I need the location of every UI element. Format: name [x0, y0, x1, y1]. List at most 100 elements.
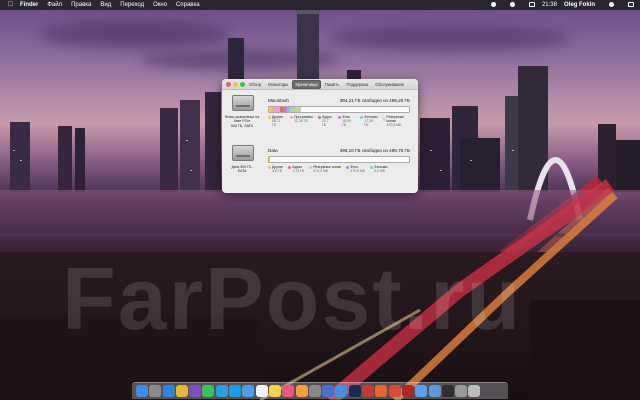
menu-window[interactable]: Окно	[153, 2, 167, 8]
color-app-icon[interactable]	[375, 385, 388, 397]
downloads-folder-icon[interactable]	[428, 385, 441, 397]
minimize-button[interactable]	[233, 81, 238, 87]
mail-icon[interactable]	[242, 385, 255, 397]
storage-legend: Другие 68,71 ГБ Программы 22,39 ГБ Аудио 22,7…	[268, 115, 418, 127]
legend-value: 22,39 ГБ	[294, 119, 308, 123]
legend-value: 22,7 ГБ	[321, 119, 329, 127]
tab-support[interactable]: Поддержка	[343, 80, 371, 89]
app-store-icon[interactable]	[335, 385, 348, 397]
legend-swatch	[317, 115, 321, 119]
notification-center-icon[interactable]	[621, 1, 634, 9]
legend-value: 1,74 ГБ	[292, 169, 305, 173]
legend-item: Резервные копии 479,8 МБ	[382, 115, 413, 127]
spotlight-icon[interactable]	[602, 1, 614, 9]
launchpad-icon[interactable]	[149, 385, 162, 397]
ftp-client-icon[interactable]	[388, 385, 401, 397]
legend-swatch	[288, 165, 292, 169]
tab-overview[interactable]: Обзор	[246, 80, 264, 89]
photoshop-icon[interactable]	[348, 385, 361, 397]
legend-value: 0,0 МБ	[374, 169, 386, 173]
legend-item: Программы 22,39 ГБ	[290, 115, 313, 127]
legend-item: Резервные копии 474,4 МБ	[309, 165, 341, 173]
legend-item: Аудио 1,74 ГБ	[288, 165, 304, 173]
tab-storage[interactable]: Хранилище	[292, 80, 321, 89]
terminal-icon[interactable]	[441, 385, 454, 397]
menu-go[interactable]: Переход	[120, 2, 144, 8]
legend-item: Фильмы 17,29 ГБ	[360, 115, 378, 127]
legend-swatch	[382, 117, 386, 121]
utility-icon[interactable]	[362, 385, 375, 397]
legend-value: 18,09 ГБ	[342, 119, 351, 127]
tab-service[interactable]: Обслуживание	[372, 80, 407, 89]
menu-clock[interactable]: 21:38	[542, 2, 557, 8]
menu-finder[interactable]: Finder	[20, 2, 38, 8]
legend-value: 474,4 МБ	[313, 169, 329, 173]
disk-macintosh: Флэш-хранилище на базе PCIe 500 ГБ, SATA…	[222, 91, 418, 139]
legend-value: 479,8 МБ	[386, 123, 402, 127]
legend-item: Фото 270,6 МБ	[346, 165, 365, 173]
legend-swatch	[268, 165, 271, 169]
disk-name: Macintosh	[268, 98, 289, 103]
notes-icon[interactable]	[268, 385, 281, 397]
legend-value: 270,6 МБ	[350, 169, 366, 173]
viber-icon[interactable]	[189, 385, 202, 397]
trash-icon[interactable]	[468, 385, 481, 397]
legend-item: Фильмы 0,0 МБ	[370, 165, 388, 173]
menu-file[interactable]: Файл	[47, 2, 62, 8]
volume-icon[interactable]	[503, 1, 515, 9]
menu-view[interactable]: Вид	[100, 2, 111, 8]
legend-swatch	[290, 115, 294, 119]
disk-free-space: 384,21 ГБ свободно из 499,25 ГБ	[339, 98, 410, 103]
calendar-icon[interactable]	[255, 385, 268, 397]
legend-label: Резервные копии	[386, 115, 405, 123]
legend-swatch	[346, 165, 350, 169]
legend-value: 68,71 ГБ	[272, 119, 281, 127]
finder-icon[interactable]	[136, 385, 148, 397]
hard-drive-icon	[232, 145, 254, 161]
watermark: FarPost.ru	[62, 249, 523, 348]
apple-menu-icon[interactable]: 	[8, 1, 14, 8]
battery-icon[interactable]	[522, 1, 535, 9]
window-titlebar: Обзор Мониторы Хранилище Память Поддержк…	[222, 79, 418, 90]
disk-name: Data	[268, 148, 278, 153]
disk-data: Диск 500 ГБ, SATA Data 498,10 ГБ свободн…	[222, 141, 418, 189]
photos-icon[interactable]	[295, 385, 308, 397]
tab-memory[interactable]: Память	[322, 80, 343, 89]
skype-icon[interactable]	[229, 385, 242, 397]
legend-item: Другие 4,6 ГБ	[268, 165, 283, 173]
vpn-icon[interactable]	[322, 385, 335, 397]
storage-bar	[268, 106, 410, 113]
hard-drive-icon	[232, 95, 254, 111]
zoom-button[interactable]	[240, 81, 245, 87]
dock	[132, 382, 508, 399]
about-this-mac-window: Обзор Мониторы Хранилище Память Поддержк…	[222, 79, 418, 193]
legend-item: Другие 68,71 ГБ	[268, 115, 285, 127]
menu-bar:  Finder Файл Правка Вид Переход Окно Сп…	[0, 0, 640, 10]
preview-icon[interactable]	[455, 385, 468, 397]
legend-swatch	[360, 115, 364, 119]
tab-bar: Обзор Мониторы Хранилище Память Поддержк…	[246, 80, 408, 89]
storage-bar	[268, 156, 410, 163]
legend-swatch	[268, 115, 271, 119]
menu-edit[interactable]: Правка	[71, 2, 91, 8]
whatsapp-icon[interactable]	[202, 385, 215, 397]
menu-help[interactable]: Справка	[176, 2, 200, 8]
storage-legend: Другие 4,6 ГБ Аудио 1,74 ГБ Резервные копии 4…	[268, 165, 393, 173]
safari-icon[interactable]	[162, 385, 175, 397]
menu-user[interactable]: Oleg Fokin	[564, 2, 595, 8]
disk-caption: Флэш-хранилище на базе PCIe 500 ГБ, SATA	[224, 115, 260, 128]
legend-value: 4,6 ГБ	[272, 169, 283, 173]
legend-item: Фото 18,09 ГБ	[338, 115, 355, 127]
legend-swatch	[309, 165, 313, 169]
disk-caption: Диск 500 ГБ, SATA	[231, 165, 253, 174]
system-preferences-icon[interactable]	[308, 385, 321, 397]
wifi-icon[interactable]	[484, 1, 496, 9]
tab-displays[interactable]: Мониторы	[265, 80, 291, 89]
storage-segment	[289, 107, 302, 112]
itunes-icon[interactable]	[282, 385, 295, 397]
folder-icon[interactable]	[415, 385, 428, 397]
chrome-icon[interactable]	[175, 385, 188, 397]
telegram-icon[interactable]	[215, 385, 228, 397]
close-button[interactable]	[226, 81, 231, 87]
filezilla-icon[interactable]	[401, 385, 414, 397]
